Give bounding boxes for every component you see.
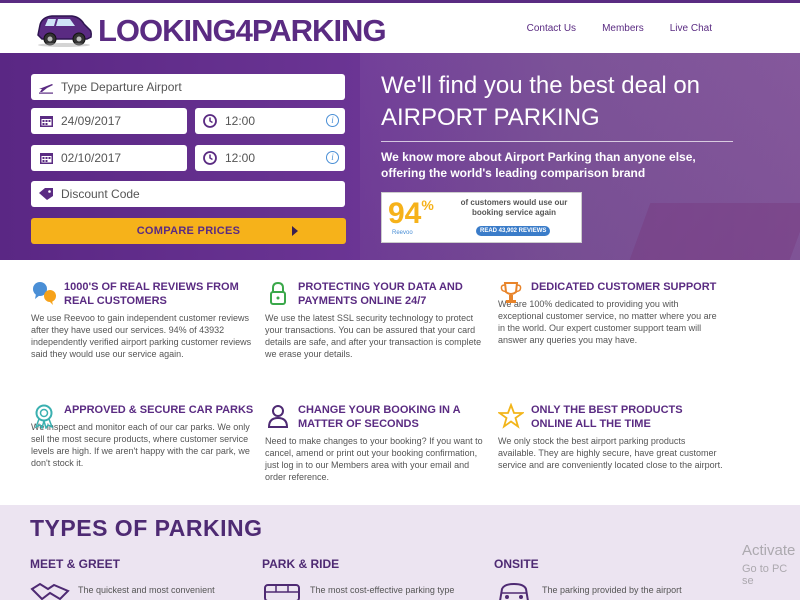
- depart-date-value: 24/09/2017: [61, 114, 122, 128]
- feature-text: We use Reevoo to gain independent custom…: [31, 313, 252, 359]
- reevoo-description: of customers would use our booking servi…: [460, 198, 568, 217]
- reevoo-percent: 94%: [388, 197, 434, 230]
- activation-watermark-subtext: Go to PC se: [742, 563, 788, 587]
- type-text: The most cost-effective parking type: [310, 585, 455, 595]
- car-front-icon: [499, 582, 529, 600]
- type-text: The quickest and most convenient: [78, 585, 215, 595]
- logo[interactable]: LOOKING4PARKING: [32, 9, 387, 49]
- feature-title: CHANGE YOUR BOOKING IN A MATTER OF SECON…: [298, 404, 461, 430]
- feature-approved: APPROVED & SECURE CAR PARKS We inspect a…: [31, 403, 256, 469]
- nav-members[interactable]: Members: [602, 23, 644, 34]
- reevoo-brand: Reevoo: [392, 230, 413, 236]
- depart-time-value: 12:00: [225, 114, 256, 128]
- hero-section: Type Departure Airport 24/09/2017 12:00 …: [0, 53, 800, 260]
- info-icon[interactable]: i: [326, 114, 339, 127]
- return-date-value: 02/10/2017: [61, 151, 122, 165]
- type-title: PARK & RIDE: [262, 557, 340, 571]
- logo-text: LOOKING4PARKING: [98, 13, 387, 48]
- type-title: ONSITE: [494, 557, 539, 571]
- compare-prices-label: COMPARE PRICES: [136, 225, 241, 237]
- nav-live-chat[interactable]: Live Chat: [670, 23, 712, 34]
- departure-airport-placeholder: Type Departure Airport: [61, 80, 182, 94]
- plane-icon: [37, 79, 55, 95]
- clock-icon: [201, 150, 219, 166]
- hero-title-line1: We'll find you the best deal on: [381, 72, 701, 99]
- clock-icon: [201, 113, 219, 129]
- feature-text: Need to make changes to your booking? If…: [265, 436, 483, 482]
- play-arrow-icon: [292, 226, 298, 236]
- type-onsite[interactable]: ONSITE The parking provided by the airpo…: [494, 557, 709, 600]
- type-meet-greet[interactable]: MEET & GREET The quickest and most conve…: [30, 557, 245, 600]
- user-icon: [267, 405, 289, 428]
- feature-text: We are 100% dedicated to providing you w…: [498, 299, 717, 345]
- feature-security: PROTECTING YOUR DATA AND PAYMENTS ONLINE…: [265, 280, 490, 360]
- hero-subtitle: We know more about Airport Parking than …: [381, 150, 696, 180]
- feature-text: We only stock the best airport parking p…: [498, 436, 723, 470]
- award-ribbon-icon: [34, 404, 54, 429]
- top-nav: Contact Us Members Live Chat: [527, 23, 712, 34]
- feature-title: APPROVED & SECURE CAR PARKS: [64, 404, 254, 416]
- discount-code-input[interactable]: Discount Code: [31, 181, 345, 207]
- features-section: 1000'S OF REAL REVIEWS FROM REAL CUSTOME…: [0, 260, 800, 505]
- info-icon[interactable]: i: [326, 151, 339, 164]
- calendar-icon: [37, 150, 55, 166]
- hero-title-line2: AIRPORT PARKING: [381, 104, 600, 131]
- feature-title: DEDICATED CUSTOMER SUPPORT: [531, 281, 717, 293]
- types-heading: TYPES OF PARKING: [30, 515, 263, 541]
- discount-code-placeholder: Discount Code: [61, 187, 140, 201]
- feature-best-products: ONLY THE BEST PRODUCTS ONLINE ALL THE TI…: [498, 403, 723, 471]
- feature-text: We inspect and monitor each of our car p…: [31, 422, 250, 468]
- types-of-parking-section: TYPES OF PARKING MEET & GREET The quicke…: [0, 505, 800, 600]
- feature-reviews: 1000'S OF REAL REVIEWS FROM REAL CUSTOME…: [31, 280, 256, 360]
- tag-icon: [37, 186, 55, 202]
- reevoo-badge[interactable]: 94% Reevoo of customers would use our bo…: [381, 192, 582, 243]
- feature-text: We use the latest SSL security technolog…: [265, 313, 482, 359]
- type-text: The parking provided by the airport: [542, 585, 682, 595]
- return-date-input[interactable]: 02/10/2017: [31, 145, 187, 171]
- bus-icon: [264, 584, 300, 600]
- trophy-icon: [500, 282, 522, 303]
- speech-bubbles-icon: [33, 282, 56, 305]
- hero-divider: [381, 141, 733, 142]
- handshake-icon: [30, 582, 70, 600]
- hero-title: We'll find you the best deal on AIRPORT …: [381, 70, 700, 134]
- hero-background-shape: [629, 203, 800, 260]
- nav-contact-us[interactable]: Contact Us: [527, 23, 576, 34]
- activation-watermark: Activate: [742, 542, 796, 559]
- compare-prices-button[interactable]: COMPARE PRICES: [31, 218, 346, 244]
- return-time-input[interactable]: 12:00 i: [195, 145, 345, 171]
- depart-date-input[interactable]: 24/09/2017: [31, 108, 187, 134]
- departure-airport-input[interactable]: Type Departure Airport: [31, 74, 345, 100]
- read-reviews-button[interactable]: READ 43,902 REVIEWS: [476, 226, 551, 236]
- depart-time-input[interactable]: 12:00 i: [195, 108, 345, 134]
- padlock-icon: [270, 281, 286, 305]
- star-icon: [498, 403, 524, 429]
- type-park-ride[interactable]: PARK & RIDE The most cost-effective park…: [262, 557, 477, 600]
- feature-change-booking: CHANGE YOUR BOOKING IN A MATTER OF SECON…: [265, 403, 490, 483]
- feature-title: 1000'S OF REAL REVIEWS FROM REAL CUSTOME…: [64, 281, 239, 307]
- calendar-icon: [37, 113, 55, 129]
- feature-title: PROTECTING YOUR DATA AND PAYMENTS ONLINE…: [298, 281, 463, 307]
- type-title: MEET & GREET: [30, 557, 121, 571]
- site-header: LOOKING4PARKING Contact Us Members Live …: [0, 0, 800, 53]
- feature-support: DEDICATED CUSTOMER SUPPORT We are 100% d…: [498, 280, 723, 346]
- car-logo-icon: [37, 15, 92, 47]
- return-time-value: 12:00: [225, 151, 256, 165]
- feature-title: ONLY THE BEST PRODUCTS ONLINE ALL THE TI…: [531, 404, 683, 430]
